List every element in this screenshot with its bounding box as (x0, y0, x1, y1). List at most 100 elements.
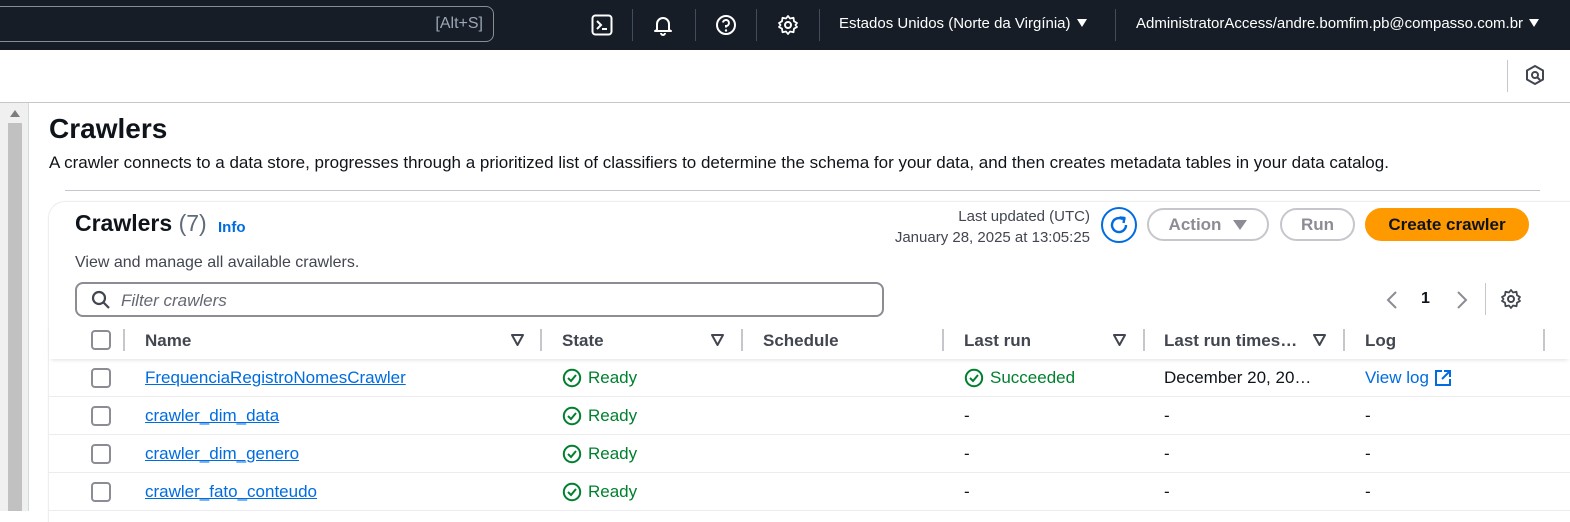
create-crawler-button[interactable]: Create crawler (1365, 208, 1529, 241)
column-separator[interactable] (540, 329, 542, 351)
column-separator (123, 329, 125, 351)
column-separator[interactable] (1343, 329, 1345, 351)
sort-icon (511, 334, 524, 346)
column-header-schedule[interactable]: Schedule (763, 331, 839, 351)
external-link-icon (1434, 370, 1451, 386)
row-checkbox[interactable] (91, 482, 111, 502)
view-log-link[interactable]: View log (1365, 368, 1452, 388)
column-header-name[interactable]: Name (145, 331, 191, 351)
column-separator[interactable] (1143, 329, 1145, 351)
last-updated-value: January 28, 2025 at 13:05:25 (894, 229, 1090, 246)
toolbar-separator (1507, 60, 1508, 92)
column-header-last-run-timestamp[interactable]: Last run times… (1164, 331, 1297, 351)
row-checkbox[interactable] (91, 368, 111, 388)
chevron-down-icon (1076, 19, 1087, 27)
crawler-name-link[interactable]: FrequenciaRegistroNomesCrawler (145, 368, 406, 388)
info-link[interactable]: Info (218, 219, 246, 236)
log-cell: - (1365, 444, 1371, 463)
previous-page-icon[interactable] (1385, 290, 1399, 310)
scrollbar[interactable] (0, 103, 29, 511)
row-checkbox[interactable] (91, 444, 111, 464)
state-text: Ready (588, 406, 638, 425)
filter-crawlers-input[interactable]: Filter crawlers (75, 282, 884, 317)
sort-icon (1113, 334, 1126, 346)
table-row[interactable]: crawler_dim_data Ready - - - (49, 397, 1570, 435)
account-menu[interactable]: AdministratorAccess/andre.bomfim.pb@comp… (1136, 15, 1540, 32)
page-description: A crawler connects to a data store, prog… (49, 153, 1389, 172)
state-text: Ready (588, 444, 638, 463)
scrollbar-thumb[interactable] (8, 123, 22, 511)
table-row[interactable]: FrequenciaRegistroNomesCrawler Ready Suc… (49, 359, 1570, 397)
search-input[interactable]: [Alt+S] (0, 6, 494, 42)
last-run-text: Succeeded (990, 368, 1076, 387)
state-text: Ready (588, 368, 638, 387)
success-icon (562, 444, 582, 464)
table-title: Crawlers (7) (75, 210, 207, 237)
run-label: Run (1300, 214, 1335, 234)
top-navigation: [Alt+S] Estados Unidos (Norte da Virgíni… (0, 0, 1570, 50)
column-header-last-run[interactable]: Last run (964, 331, 1031, 351)
gear-icon[interactable] (773, 10, 803, 40)
search-icon (91, 290, 110, 309)
table-header: Name State Schedule Last run Last run ti… (49, 322, 1570, 359)
row-checkbox[interactable] (91, 406, 111, 426)
table-title-text: Crawlers (75, 210, 173, 236)
action-button[interactable]: Action (1147, 208, 1269, 241)
last-run-text: - (964, 444, 970, 463)
nav-separator (1115, 9, 1116, 41)
state-status: Ready (562, 444, 637, 464)
amazon-q-icon[interactable] (1524, 64, 1546, 93)
table-row[interactable]: crawler_fato_conteudo Ready - - - (49, 473, 1570, 511)
table-settings-icon[interactable] (1500, 288, 1522, 315)
search-shortcut-hint: [Alt+S] (435, 15, 483, 32)
last-updated-label: Last updated (UTC) (958, 208, 1090, 225)
last-run-timestamp: December 20, 20… (1164, 368, 1312, 387)
crawler-name-link[interactable]: crawler_dim_data (145, 406, 279, 426)
sort-icon (1313, 334, 1326, 346)
nav-separator (632, 9, 633, 41)
nav-separator (819, 9, 820, 41)
column-separator[interactable] (942, 329, 944, 351)
help-icon[interactable] (711, 10, 741, 40)
divider (65, 190, 1540, 191)
last-run-text: - (964, 482, 970, 501)
select-all-checkbox[interactable] (91, 330, 111, 350)
refresh-button[interactable] (1101, 207, 1137, 243)
column-header-log[interactable]: Log (1365, 331, 1396, 351)
success-icon (562, 368, 582, 388)
pager-separator (1485, 283, 1486, 315)
run-button[interactable]: Run (1280, 208, 1355, 241)
nav-separator (756, 9, 757, 41)
success-icon (964, 368, 984, 388)
sort-icon (711, 334, 724, 346)
column-header-state[interactable]: State (562, 331, 604, 351)
log-cell: - (1365, 406, 1371, 425)
crawler-name-link[interactable]: crawler_fato_conteudo (145, 482, 317, 502)
scroll-up-icon[interactable] (10, 110, 20, 117)
refresh-icon (1110, 216, 1128, 234)
last-run-timestamp: - (1164, 482, 1170, 501)
action-label: Action (1168, 214, 1222, 234)
page-title: Crawlers (49, 113, 168, 144)
bell-icon[interactable] (648, 10, 678, 40)
state-status: Ready (562, 482, 637, 502)
caret-down-icon (1233, 219, 1248, 230)
column-separator[interactable] (741, 329, 743, 351)
crawler-name-link[interactable]: crawler_dim_genero (145, 444, 299, 464)
chevron-down-icon (1529, 19, 1540, 27)
last-run-timestamp: - (1164, 444, 1170, 463)
state-status: Ready (562, 406, 637, 426)
nav-separator (695, 9, 696, 41)
region-selector[interactable]: Estados Unidos (Norte da Virgínia) (839, 15, 1087, 32)
column-separator[interactable] (1543, 329, 1545, 351)
last-run-timestamp: - (1164, 406, 1170, 425)
create-crawler-label: Create crawler (1388, 214, 1506, 234)
page-number[interactable]: 1 (1421, 290, 1430, 308)
next-page-icon[interactable] (1455, 290, 1469, 310)
table-row[interactable]: crawler_dim_genero Ready - - - (49, 435, 1570, 473)
region-label: Estados Unidos (Norte da Virgínia) (839, 15, 1071, 32)
state-status: Ready (562, 368, 637, 388)
filter-placeholder: Filter crawlers (121, 291, 227, 310)
secondary-toolbar (0, 50, 1570, 103)
cloudshell-icon[interactable] (587, 10, 617, 40)
